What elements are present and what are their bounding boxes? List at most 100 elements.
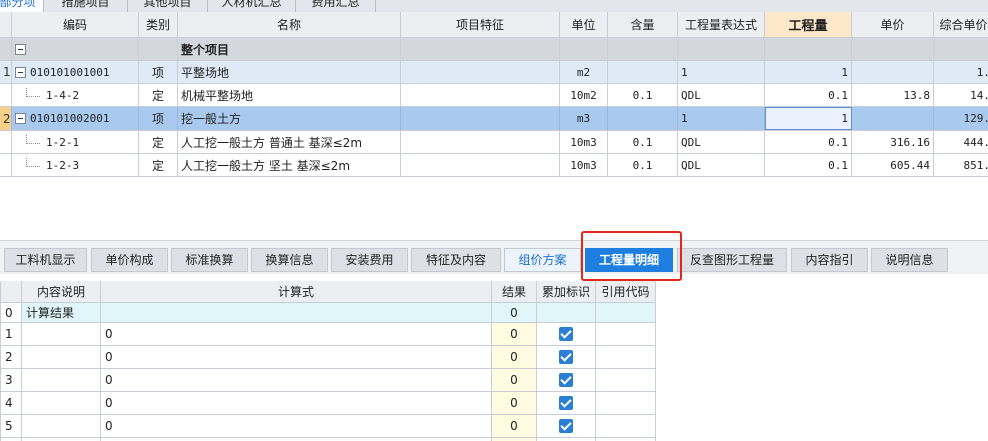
detail-desc[interactable]	[22, 392, 101, 414]
col-header-result[interactable]: 结果	[492, 281, 537, 302]
item-expr[interactable]: 1	[678, 61, 765, 83]
item-qty[interactable]: 0.1	[765, 154, 852, 176]
detail-formula-input[interactable]: 0	[101, 415, 492, 437]
col-header-ref[interactable]: 引用代码	[596, 281, 656, 302]
item-unit[interactable]: 10m2	[560, 84, 608, 106]
col-header-price[interactable]: 单价	[852, 12, 934, 37]
item-price[interactable]: 605.44	[852, 154, 934, 176]
accumulate-checkbox[interactable]	[559, 419, 573, 433]
item-name[interactable]: 挖一般土方	[178, 107, 401, 130]
item-qty[interactable]: 0.1	[765, 84, 852, 106]
table-row-selected[interactable]: 2 010101002001 项 挖一般土方 m3 1 1 129.	[0, 107, 988, 131]
detail-formula-input[interactable]: 0	[101, 346, 492, 368]
col-header-expr[interactable]: 工程量表达式	[678, 12, 765, 37]
item-expr[interactable]: QDL	[678, 131, 765, 153]
item-content[interactable]: 0.1	[608, 84, 678, 106]
item-name[interactable]: 平整场地	[178, 61, 401, 83]
tab-neirong-zhiyin[interactable]: 内容指引	[791, 248, 868, 272]
item-feature[interactable]	[401, 61, 560, 83]
item-price[interactable]	[852, 107, 934, 130]
item-qty[interactable]: 0.1	[765, 131, 852, 153]
tab-rencaiji[interactable]: 人材机汇总	[208, 0, 296, 12]
item-total[interactable]: 1.	[934, 61, 988, 83]
accumulate-checkbox[interactable]	[559, 396, 573, 410]
item-price[interactable]	[852, 61, 934, 83]
item-type[interactable]: 定	[139, 131, 178, 153]
tab-qita[interactable]: 其他项目	[128, 0, 208, 12]
col-header-type[interactable]: 类别	[139, 12, 178, 37]
collapse-toggle-icon[interactable]	[15, 66, 26, 78]
collapse-toggle-icon[interactable]	[15, 113, 26, 124]
col-header-content[interactable]: 含量	[608, 12, 678, 37]
item-name[interactable]: 人工挖一般土方 普通土 基深≤2m	[178, 131, 401, 153]
col-header-formula[interactable]: 计算式	[101, 281, 492, 302]
detail-desc[interactable]	[22, 346, 101, 368]
tab-shuoming-xinxi[interactable]: 说明信息	[871, 248, 948, 272]
tab-anzhuang-feiyong[interactable]: 安装费用	[331, 248, 408, 272]
item-content[interactable]: 0.1	[608, 131, 678, 153]
item-type[interactable]: 定	[139, 154, 178, 176]
result-formula[interactable]	[101, 303, 492, 322]
item-total[interactable]: 444.	[934, 131, 988, 153]
item-price[interactable]: 316.16	[852, 131, 934, 153]
collapse-toggle-icon[interactable]	[15, 43, 26, 55]
tab-zujia-fangan[interactable]: 组价方案	[504, 248, 581, 272]
item-feature[interactable]	[401, 131, 560, 153]
item-feature[interactable]	[401, 154, 560, 176]
item-content[interactable]	[608, 61, 678, 83]
accumulate-checkbox[interactable]	[559, 373, 573, 387]
table-row[interactable]: 1 010101001001 项 平整场地 m2 1 1 1.	[0, 61, 988, 84]
col-header-unit[interactable]: 单位	[560, 12, 608, 37]
tab-gongchengliang-mingxi[interactable]: 工程量明细	[585, 248, 673, 272]
item-total[interactable]: 129.	[934, 107, 988, 130]
item-type[interactable]: 项	[139, 61, 178, 83]
tab-huansuan-xinxi[interactable]: 换算信息	[251, 248, 328, 272]
item-total[interactable]: 851.	[934, 154, 988, 176]
item-qty[interactable]: 1	[765, 61, 852, 83]
item-expr[interactable]: QDL	[678, 84, 765, 106]
list-item[interactable]: 3 0 0	[1, 369, 656, 392]
list-item[interactable]: 1 0 0	[1, 323, 656, 346]
item-feature[interactable]	[401, 107, 560, 130]
calc-result-row[interactable]: 0 计算结果 0	[1, 303, 656, 323]
tab-danjia-goucheng[interactable]: 单价构成	[91, 248, 168, 272]
list-item[interactable]: 2 0 0	[1, 346, 656, 369]
tab-feiyong[interactable]: 费用汇总	[296, 0, 376, 12]
item-qty-focused-cell[interactable]: 1	[765, 107, 852, 130]
col-header-total[interactable]: 综合单价	[934, 12, 988, 37]
col-header-desc[interactable]: 内容说明	[22, 281, 101, 302]
item-expr[interactable]: 1	[678, 107, 765, 130]
detail-formula-input[interactable]: 0	[101, 392, 492, 414]
item-type[interactable]: 定	[139, 84, 178, 106]
list-item[interactable]: 5 0 0	[1, 415, 656, 438]
table-row[interactable]: 1-4-2 定 机械平整场地 10m2 0.1 QDL 0.1 13.8 14.	[0, 84, 988, 107]
tab-biaozhun-huansuan[interactable]: 标准换算	[171, 248, 248, 272]
item-total[interactable]: 14.	[934, 84, 988, 106]
item-price[interactable]: 13.8	[852, 84, 934, 106]
tab-tezheng-neirong[interactable]: 特征及内容	[411, 248, 501, 272]
item-unit[interactable]: m3	[560, 107, 608, 130]
list-item[interactable]: 4 0 0	[1, 392, 656, 415]
tab-fenbufenxiang[interactable]: 分部分项	[0, 0, 44, 12]
item-unit[interactable]: m2	[560, 61, 608, 83]
accumulate-checkbox[interactable]	[559, 350, 573, 364]
tab-cuoshi[interactable]: 措施项目	[44, 0, 128, 12]
col-header-flag[interactable]: 累加标识	[537, 281, 596, 302]
tab-fancha-tuxing[interactable]: 反查图形工程量	[677, 248, 787, 272]
item-content[interactable]	[608, 107, 678, 130]
detail-formula-input[interactable]: 0	[101, 369, 492, 391]
item-name[interactable]: 机械平整场地	[178, 84, 401, 106]
item-feature[interactable]	[401, 84, 560, 106]
detail-formula-input[interactable]: 0	[101, 323, 492, 345]
item-unit[interactable]: 10m3	[560, 131, 608, 153]
detail-desc[interactable]	[22, 369, 101, 391]
group-row[interactable]: 整个项目	[0, 38, 988, 61]
col-header-name[interactable]: 名称	[178, 12, 401, 37]
col-header-feature[interactable]: 项目特征	[401, 12, 560, 37]
col-header-qty[interactable]: 工程量	[765, 12, 852, 37]
table-row[interactable]: 1-2-1 定 人工挖一般土方 普通土 基深≤2m 10m3 0.1 QDL 0…	[0, 131, 988, 154]
tab-gongliaoji[interactable]: 工料机显示	[4, 248, 87, 272]
item-unit[interactable]: 10m3	[560, 154, 608, 176]
item-name[interactable]: 人工挖一般土方 坚土 基深≤2m	[178, 154, 401, 176]
accumulate-checkbox[interactable]	[559, 327, 573, 341]
